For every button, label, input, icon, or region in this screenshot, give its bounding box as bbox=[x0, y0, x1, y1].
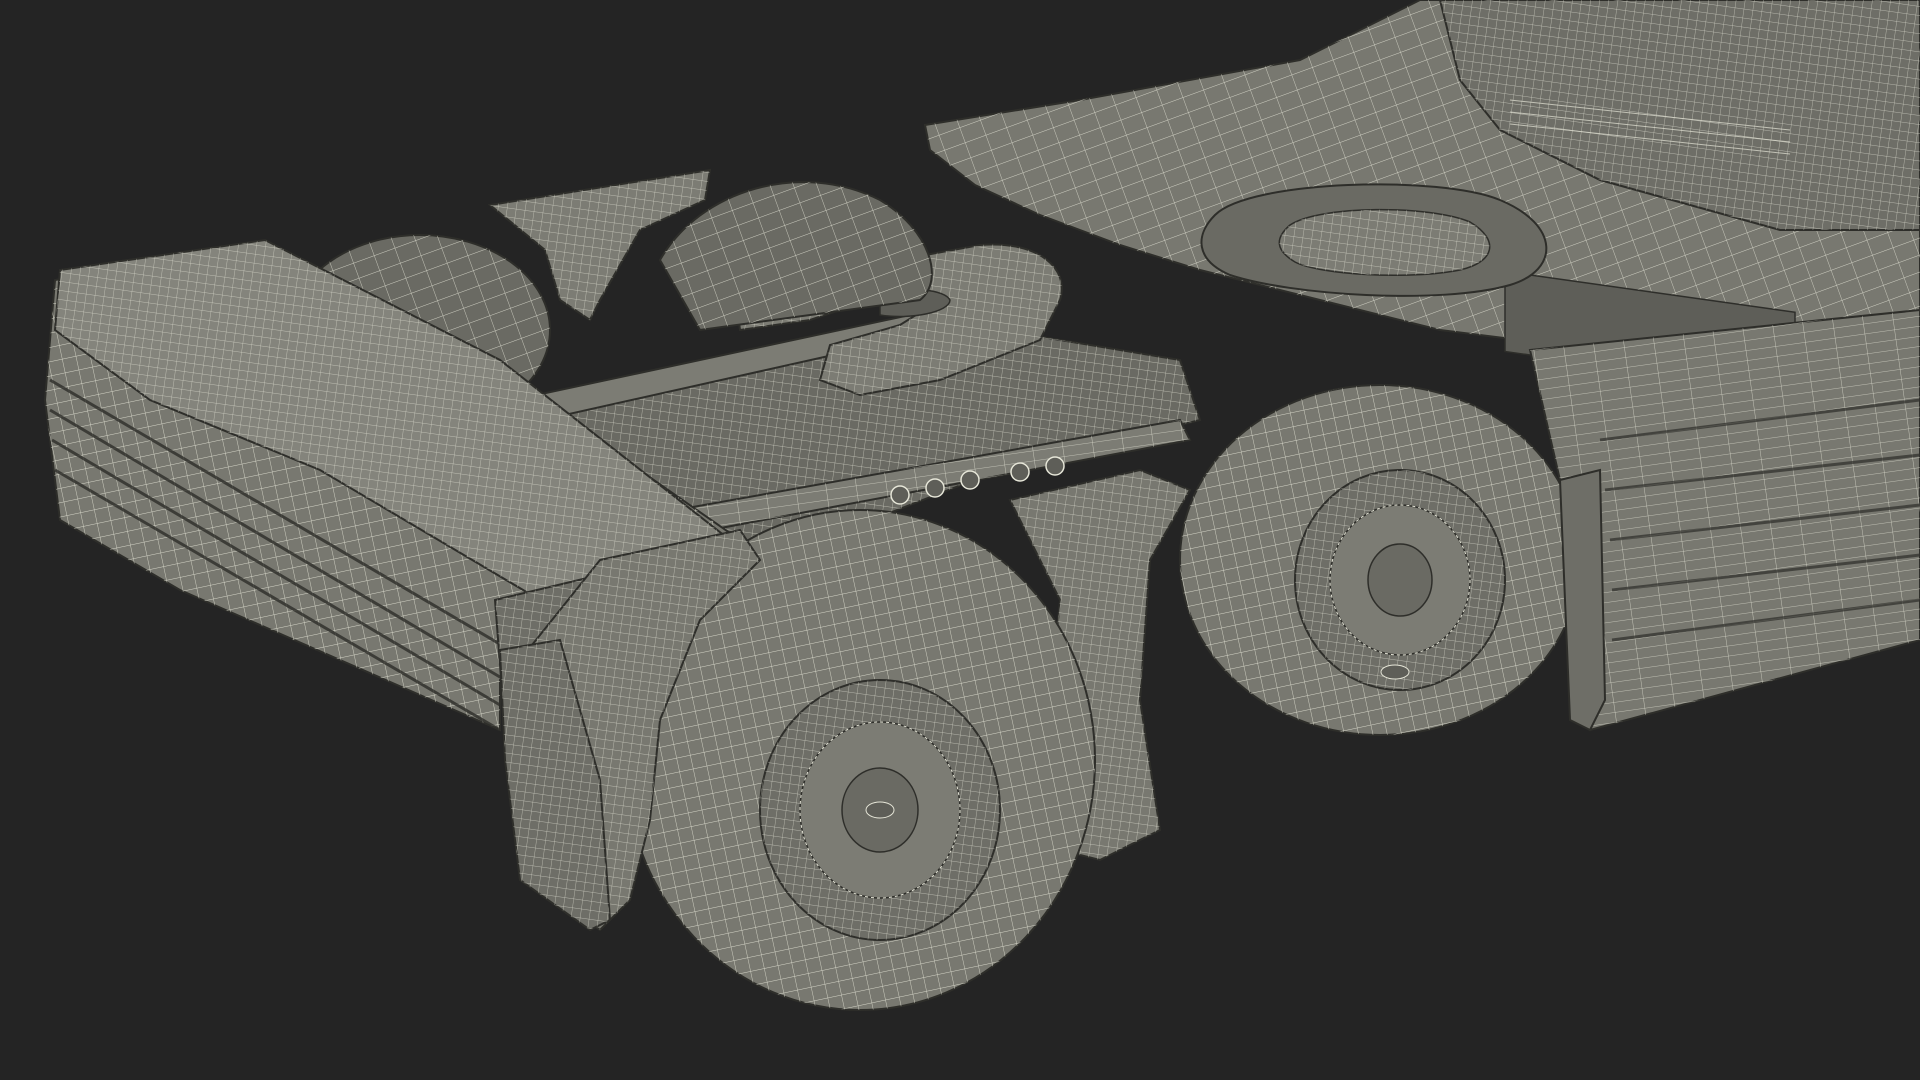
wireframe-render-viewport bbox=[0, 0, 1920, 1080]
rear-wheel-back-hub bbox=[1294, 469, 1506, 691]
cab-floor-hatch bbox=[1200, 183, 1548, 297]
rear-wheel-front-hub bbox=[759, 679, 1001, 941]
rear-wheel-back bbox=[1179, 384, 1581, 736]
truck-wireframe-render bbox=[43, 0, 1920, 1011]
cab-fender-skirt bbox=[1558, 468, 1607, 732]
